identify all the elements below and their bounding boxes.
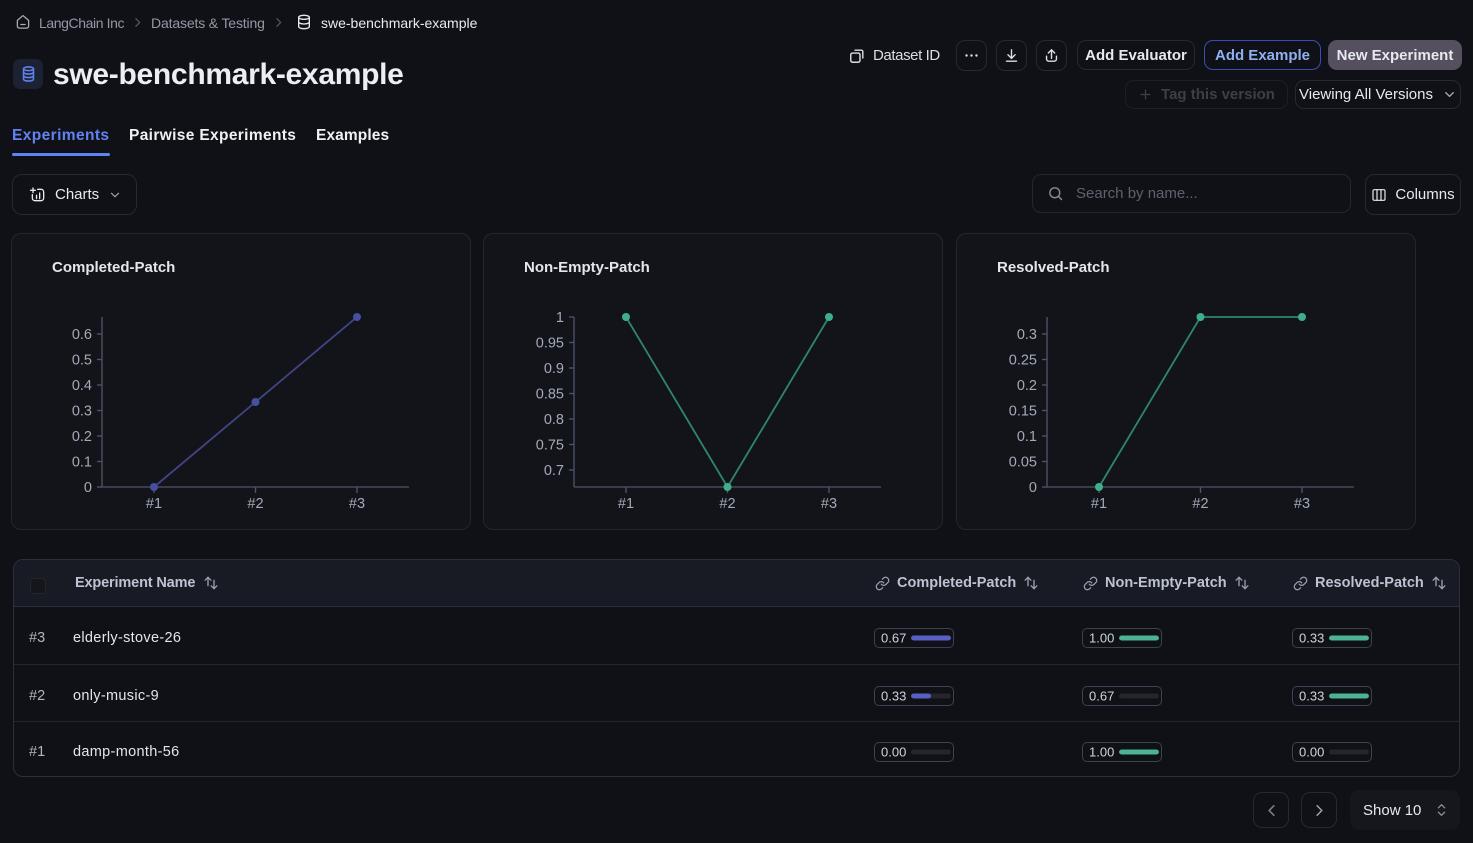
svg-text:0.2: 0.2 [72,429,92,445]
svg-text:0.2: 0.2 [1017,378,1037,394]
svg-text:0: 0 [1029,480,1037,496]
svg-text:0.05: 0.05 [1009,455,1037,471]
svg-text:#3: #3 [1294,496,1310,512]
svg-text:#2: #2 [719,496,735,512]
svg-text:0: 0 [84,480,92,496]
svg-text:0.3: 0.3 [1017,327,1037,343]
svg-text:#3: #3 [821,496,837,512]
svg-text:0.4: 0.4 [72,378,92,394]
svg-text:0.15: 0.15 [1009,404,1037,420]
svg-text:0.3: 0.3 [72,404,92,420]
svg-text:0.1: 0.1 [72,455,92,471]
svg-text:0.5: 0.5 [72,353,92,369]
svg-text:0.8: 0.8 [544,412,564,428]
svg-text:0.75: 0.75 [536,438,564,454]
svg-text:#1: #1 [1091,496,1107,512]
svg-text:1: 1 [556,310,564,326]
svg-text:0.85: 0.85 [536,387,564,403]
svg-text:#3: #3 [349,496,365,512]
svg-text:0.1: 0.1 [1017,429,1037,445]
svg-text:#1: #1 [618,496,634,512]
svg-text:0.95: 0.95 [536,336,564,352]
svg-text:#2: #2 [247,496,263,512]
svg-text:#1: #1 [146,496,162,512]
svg-text:#2: #2 [1192,496,1208,512]
svg-text:0.7: 0.7 [544,463,564,479]
svg-text:0.9: 0.9 [544,361,564,377]
svg-text:0.6: 0.6 [72,327,92,343]
svg-text:0.25: 0.25 [1009,353,1037,369]
